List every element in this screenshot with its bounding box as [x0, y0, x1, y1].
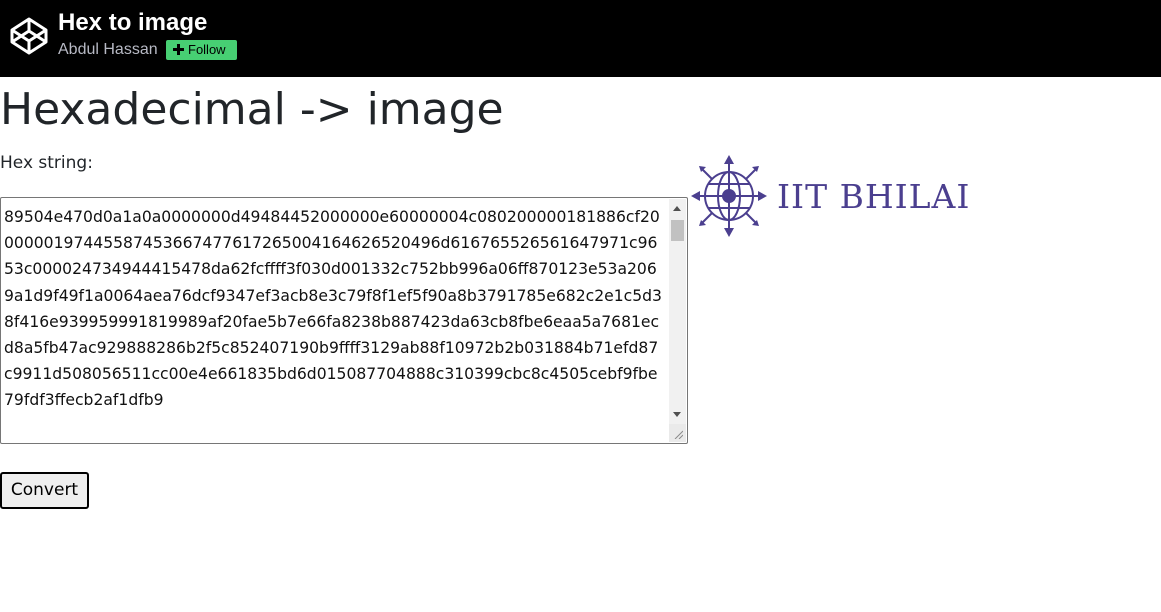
- scroll-down-arrow-icon[interactable]: [673, 412, 681, 417]
- scroll-up-arrow-icon[interactable]: [673, 206, 681, 211]
- hex-string-label: Hex string:: [0, 153, 93, 173]
- author-name[interactable]: Abdul Hassan: [58, 40, 158, 60]
- resize-corner[interactable]: [669, 424, 686, 442]
- pen-title: Hex to image: [58, 9, 208, 36]
- globe-emblem-icon: [691, 155, 767, 237]
- top-bar: Hex to image Abdul Hassan Follow: [0, 0, 1161, 77]
- follow-button[interactable]: Follow: [166, 40, 237, 60]
- page-title: Hexadecimal -> image: [0, 84, 504, 135]
- plus-icon: [173, 44, 184, 55]
- convert-button[interactable]: Convert: [0, 472, 89, 509]
- hex-string-textarea[interactable]: 89504e470d0a1a0a0000000d49484452000000e6…: [0, 197, 688, 444]
- scrollbar-thumb[interactable]: [671, 220, 684, 241]
- vertical-scrollbar[interactable]: [669, 199, 686, 424]
- iit-bhilai-logo-image: IIT BHILAI: [691, 155, 970, 237]
- hex-string-value: 89504e470d0a1a0a0000000d49484452000000e6…: [4, 208, 662, 410]
- codepen-logo-icon[interactable]: [9, 16, 49, 56]
- logo-text: IIT BHILAI: [777, 177, 970, 216]
- resize-grip-icon: [674, 430, 683, 439]
- follow-label: Follow: [188, 42, 226, 57]
